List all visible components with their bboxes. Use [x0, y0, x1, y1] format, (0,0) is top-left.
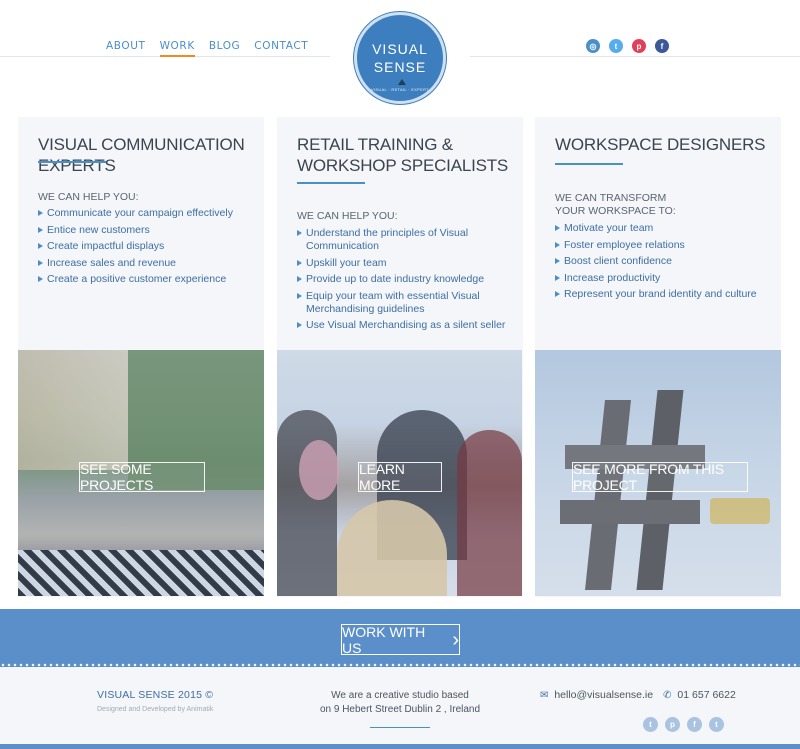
- footer-about-line1: We are a creative studio based: [331, 690, 469, 701]
- benefits-list: Motivate your team Foster employee relat…: [555, 222, 770, 305]
- list-item: Use Visual Merchandising as a silent sel…: [297, 319, 512, 332]
- list-item: Motivate your team: [555, 222, 770, 235]
- card-subtitle: WE CAN TRANSFORM YOUR WORKSPACE TO:: [555, 192, 676, 217]
- card-title: VISUAL COMMUNICATION EXPERTS: [38, 135, 245, 175]
- list-item: Boost client confidence: [555, 255, 770, 268]
- main-nav: ABOUT WORK BLOG CONTACT: [106, 40, 322, 57]
- list-item: Communicate your campaign effectively: [38, 207, 253, 220]
- list-item: Understand the principles of Visual Comm…: [297, 227, 512, 253]
- footer-contact: ✉ hello@visualsense.ie ✆ 01 657 6622: [540, 689, 736, 701]
- logo-line1: VISUAL: [372, 41, 428, 57]
- list-item: Foster employee relations: [555, 239, 770, 252]
- card-title: RETAIL TRAINING & WORKSHOP SPECIALISTS: [297, 135, 509, 175]
- footer-divider: [370, 727, 430, 728]
- see-more-project-button[interactable]: SEE MORE FROM THIS PROJECT: [572, 461, 748, 493]
- list-item: Equip your team with essential Visual Me…: [297, 290, 512, 316]
- bottom-bar: [0, 744, 800, 749]
- header-social-links: ◎ t p f: [586, 39, 669, 53]
- facebook-icon[interactable]: f: [687, 717, 702, 732]
- header-divider-right: [470, 56, 800, 57]
- chevron-right-icon: ›: [452, 628, 459, 651]
- project-image-workspace: SEE MORE FROM THIS PROJECT: [535, 350, 781, 596]
- work-with-us-button[interactable]: WORK WITH US ›: [341, 623, 460, 656]
- logo-line2: SENSE: [373, 59, 427, 75]
- site-header: ABOUT WORK BLOG CONTACT VISUAL SENSE VIS…: [0, 0, 800, 110]
- logo-tagline: VISUAL · RETAIL · EXPERT: [371, 87, 429, 92]
- card-subtitle: WE CAN HELP YOU:: [38, 191, 139, 203]
- facebook-icon[interactable]: f: [655, 39, 669, 53]
- list-item: Provide up to date industry knowledge: [297, 273, 512, 286]
- work-with-us-band: WORK WITH US ›: [0, 609, 800, 667]
- pinterest-icon[interactable]: p: [665, 717, 680, 732]
- list-item: Increase productivity: [555, 272, 770, 285]
- benefits-list: Communicate your campaign effectively En…: [38, 207, 253, 290]
- list-item: Entice new customers: [38, 224, 253, 237]
- nav-about[interactable]: ABOUT: [106, 40, 146, 57]
- project-image-workshop: LEARN MORE: [277, 350, 522, 596]
- twitter-icon[interactable]: t: [609, 39, 623, 53]
- list-item: Upskill your team: [297, 257, 512, 270]
- twitter-icon[interactable]: t: [709, 717, 724, 732]
- footer-phone[interactable]: 01 657 6622: [677, 689, 735, 701]
- footer-social-links: tpft: [643, 717, 724, 732]
- see-some-projects-button[interactable]: SEE SOME PROJECTS: [79, 461, 205, 493]
- work-with-us-label: WORK WITH US: [342, 623, 426, 656]
- title-underline: [555, 163, 623, 165]
- list-item: Represent your brand identity and cultur…: [555, 288, 770, 301]
- footer-email[interactable]: hello@visualsense.ie: [554, 689, 653, 701]
- footer-about: We are a creative studio based on 9 Hebe…: [310, 689, 490, 728]
- title-underline: [297, 182, 365, 184]
- instagram-icon[interactable]: ◎: [586, 39, 600, 53]
- learn-more-button[interactable]: LEARN MORE: [358, 461, 442, 493]
- benefits-list: Understand the principles of Visual Comm…: [297, 227, 512, 336]
- envelope-icon: ✉: [540, 690, 549, 701]
- footer-brand-block: VISUAL SENSE 2015 © Designed and Develop…: [97, 689, 213, 713]
- card-subtitle: WE CAN HELP YOU:: [297, 210, 398, 222]
- pinterest-icon[interactable]: p: [632, 39, 646, 53]
- site-footer: VISUAL SENSE 2015 © Designed and Develop…: [0, 667, 800, 749]
- nav-blog[interactable]: BLOG: [209, 40, 240, 57]
- list-item: Create impactful displays: [38, 240, 253, 253]
- footer-brand: VISUAL SENSE 2015 ©: [97, 689, 214, 701]
- footer-credit[interactable]: Designed and Developed by Animatik: [97, 706, 213, 713]
- list-item: Increase sales and revenue: [38, 257, 253, 270]
- footer-about-line2: on 9 Hebert Street Dublin 2 , Ireland: [319, 704, 481, 715]
- list-item: Create a positive customer experience: [38, 273, 253, 286]
- nav-contact[interactable]: CONTACT: [254, 40, 308, 57]
- site-logo[interactable]: VISUAL SENSE VISUAL · RETAIL · EXPERT: [354, 12, 446, 104]
- twitter-icon[interactable]: t: [643, 717, 658, 732]
- project-image-shop-display: SEE SOME PROJECTS: [18, 350, 264, 596]
- logo-triangle-icon: [398, 79, 406, 85]
- phone-icon: ✆: [663, 690, 672, 701]
- nav-work[interactable]: WORK: [159, 40, 195, 57]
- card-title: WORKSPACE DESIGNERS: [555, 135, 766, 154]
- title-underline: [38, 161, 106, 163]
